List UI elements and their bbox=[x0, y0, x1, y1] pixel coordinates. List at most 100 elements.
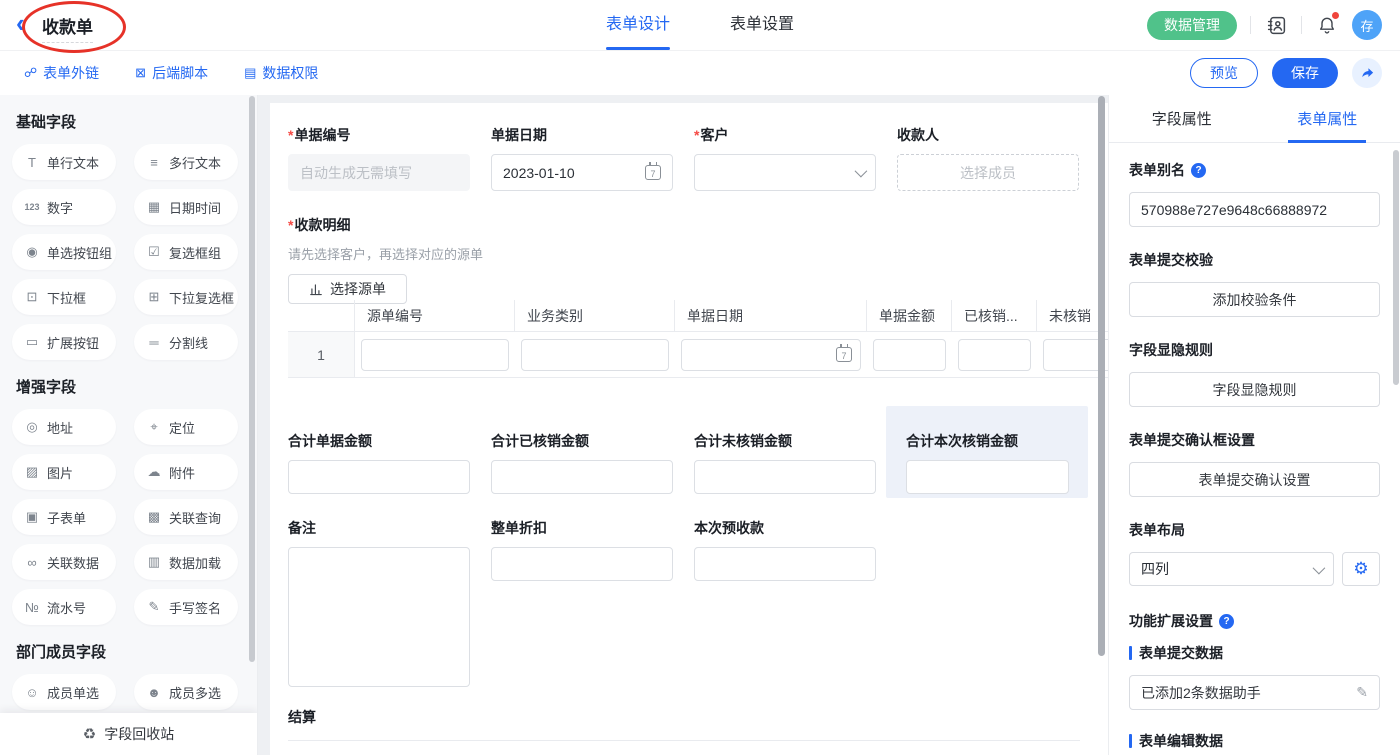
tab-form-settings[interactable]: 表单设置 bbox=[730, 0, 794, 50]
visibility-rules-button[interactable]: 字段显隐规则 bbox=[1129, 372, 1380, 407]
sidebar-item-address[interactable]: ◎地址 bbox=[12, 409, 116, 445]
field-total-not-written-off[interactable]: 合计未核销金额 bbox=[694, 431, 876, 494]
sidebar-item-multi-line-text[interactable]: ≡多行文本 bbox=[134, 144, 238, 180]
sidebar-item-checkbox-group[interactable]: ☑复选框组 bbox=[134, 234, 238, 270]
sidebar-item-relation-query[interactable]: ▩关联查询 bbox=[134, 499, 238, 535]
sidebar-item-datetime[interactable]: ▦日期时间 bbox=[134, 189, 238, 225]
confirm-label: 表单提交确认框设置 bbox=[1129, 430, 1380, 450]
window-scrollbar[interactable] bbox=[1393, 150, 1399, 385]
sidebar-item-attachment[interactable]: ☁附件 bbox=[134, 454, 238, 490]
sidebar-item-label: 定位 bbox=[169, 418, 195, 437]
col-header-biz-type: 业务类别 bbox=[515, 300, 675, 331]
tab-form-design[interactable]: 表单设计 bbox=[606, 0, 670, 50]
help-icon[interactable]: ? bbox=[1191, 163, 1206, 178]
data-manage-button[interactable]: 数据管理 bbox=[1147, 11, 1237, 40]
field-label: 备注 bbox=[288, 518, 470, 538]
alias-input[interactable]: 570988e727e9648c66888972 bbox=[1129, 192, 1380, 227]
sidebar-item-radio-group[interactable]: ◉单选按钮组 bbox=[12, 234, 116, 270]
preview-button[interactable]: 预览 bbox=[1190, 58, 1258, 88]
total-not-written-off-input[interactable] bbox=[694, 460, 876, 494]
save-button[interactable]: 保存 bbox=[1272, 58, 1338, 88]
sidebar-item-single-line-text[interactable]: T单行文本 bbox=[12, 144, 116, 180]
sidebar-item-data-load[interactable]: ▥数据加载 bbox=[134, 544, 238, 580]
notification-bell-icon[interactable] bbox=[1315, 13, 1339, 37]
layout-row: 四列 ⚙ bbox=[1129, 552, 1380, 586]
sidebar-item-relation-data[interactable]: ∞关联数据 bbox=[12, 544, 116, 580]
total-doc-amount-input[interactable] bbox=[288, 460, 470, 494]
help-icon[interactable]: ? bbox=[1219, 614, 1234, 629]
field-label: 合计单据金额 bbox=[288, 431, 470, 451]
layout-select[interactable]: 四列 bbox=[1129, 552, 1334, 586]
field-remark[interactable]: 备注 bbox=[288, 518, 470, 687]
backend-script-button[interactable]: ⊠ 后端脚本 bbox=[135, 63, 208, 83]
remark-textarea[interactable] bbox=[288, 547, 470, 687]
doc-amount-input[interactable] bbox=[873, 339, 946, 371]
field-total-written-off[interactable]: 合计已核销金额 bbox=[491, 431, 673, 494]
sidebar-item-multi-dropdown[interactable]: ⊞下拉复选框 bbox=[134, 279, 238, 315]
toolbar-links: ☍ 表单外链 ⊠ 后端脚本 ▤ 数据权限 bbox=[24, 51, 318, 95]
canvas-scrollbar[interactable] bbox=[1098, 96, 1105, 656]
layout-settings-button[interactable]: ⚙ bbox=[1342, 552, 1380, 586]
source-no-input[interactable] bbox=[361, 339, 509, 371]
field-customer[interactable]: 客户 bbox=[694, 125, 876, 191]
page-title[interactable]: 收款单 bbox=[42, 13, 93, 43]
field-doc-date[interactable]: 单据日期 2023-01-10 7 bbox=[491, 125, 673, 191]
sidebar-item-dropdown[interactable]: ⊡下拉框 bbox=[12, 279, 116, 315]
tab-form-properties[interactable]: 表单属性 bbox=[1255, 95, 1400, 142]
sidebar-item-member-single[interactable]: ☺成员单选 bbox=[12, 674, 116, 710]
field-payment-detail[interactable]: 收款明细 请先选择客户，再选择对应的源单 选择源单 bbox=[288, 215, 483, 304]
sidebar-scrollbar[interactable] bbox=[249, 96, 255, 662]
sidebar-item-signature[interactable]: ✎手写签名 bbox=[134, 589, 238, 625]
field-payee[interactable]: 收款人 选择成员 bbox=[897, 125, 1079, 191]
row-date-input[interactable]: 7 bbox=[681, 339, 861, 371]
detail-table-header: 源单编号 业务类别 单据日期 单据金额 已核销... 未核销 bbox=[288, 300, 1108, 332]
field-discount[interactable]: 整单折扣 bbox=[491, 518, 673, 581]
field-total-doc-amount[interactable]: 合计单据金额 bbox=[288, 431, 470, 494]
sidebar-item-subform[interactable]: ▣子表单 bbox=[12, 499, 116, 535]
written-off-input[interactable] bbox=[958, 339, 1031, 371]
prepay-input[interactable] bbox=[694, 547, 876, 581]
edit-icon[interactable]: ✎ bbox=[1356, 684, 1368, 701]
sidebar-item-serial-number[interactable]: №流水号 bbox=[12, 589, 116, 625]
cell-biz-type bbox=[515, 332, 675, 377]
multi-line-text-icon: ≡ bbox=[146, 155, 162, 170]
contacts-book-icon[interactable] bbox=[1264, 13, 1288, 37]
data-assistant-box[interactable]: 已添加2条数据助手 ✎ bbox=[1129, 675, 1380, 710]
tab-field-properties[interactable]: 字段属性 bbox=[1109, 95, 1255, 142]
number-icon: 123 bbox=[24, 202, 40, 212]
discount-input[interactable] bbox=[491, 547, 673, 581]
field-prepay[interactable]: 本次预收款 bbox=[694, 518, 876, 581]
data-assistant-value: 已添加2条数据助手 bbox=[1141, 683, 1261, 703]
calendar-icon[interactable]: 7 bbox=[836, 347, 852, 362]
add-validation-button[interactable]: 添加校验条件 bbox=[1129, 282, 1380, 317]
total-current-write-off-input[interactable] bbox=[906, 460, 1069, 494]
share-button[interactable] bbox=[1352, 58, 1382, 88]
sidebar-item-label: 地址 bbox=[47, 418, 73, 437]
sidebar-item-member-multi[interactable]: ☻成员多选 bbox=[134, 674, 238, 710]
customer-select[interactable] bbox=[694, 154, 876, 191]
data-permission-button[interactable]: ▤ 数据权限 bbox=[244, 63, 318, 83]
submit-confirm-button[interactable]: 表单提交确认设置 bbox=[1129, 462, 1380, 497]
sidebar-item-label: 下拉复选框 bbox=[169, 288, 234, 307]
header-right-cluster: 数据管理 存 bbox=[1147, 0, 1382, 50]
biz-type-input[interactable] bbox=[521, 339, 669, 371]
extend-button-icon: ▭ bbox=[24, 334, 40, 350]
total-written-off-input[interactable] bbox=[491, 460, 673, 494]
sidebar-item-divider-line[interactable]: ═分割线 bbox=[134, 324, 238, 360]
form-toolbar: ☍ 表单外链 ⊠ 后端脚本 ▤ 数据权限 预览 保存 bbox=[0, 51, 1400, 95]
sidebar-item-image[interactable]: ▨图片 bbox=[12, 454, 116, 490]
calendar-icon[interactable]: 7 bbox=[645, 165, 661, 180]
doc-date-input[interactable]: 2023-01-10 7 bbox=[491, 154, 673, 191]
field-total-current-write-off[interactable]: 合计本次核销金额 bbox=[906, 431, 1069, 494]
sidebar-item-number[interactable]: 123数字 bbox=[12, 189, 116, 225]
doc-no-input[interactable]: 自动生成无需填写 bbox=[288, 154, 470, 191]
sidebar-item-locate[interactable]: ⌖定位 bbox=[134, 409, 238, 445]
sidebar-item-extend-button[interactable]: ▭扩展按钮 bbox=[12, 324, 116, 360]
field-doc-no[interactable]: 单据编号 自动生成无需填写 bbox=[288, 125, 470, 191]
payee-member-picker[interactable]: 选择成员 bbox=[897, 154, 1079, 191]
form-external-link-button[interactable]: ☍ 表单外链 bbox=[24, 63, 99, 83]
avatar[interactable]: 存 bbox=[1352, 10, 1382, 40]
back-icon[interactable]: ‹ bbox=[16, 8, 25, 38]
cell-written-off bbox=[952, 332, 1037, 377]
field-recycle-bin-button[interactable]: ♻ 字段回收站 bbox=[0, 713, 257, 755]
